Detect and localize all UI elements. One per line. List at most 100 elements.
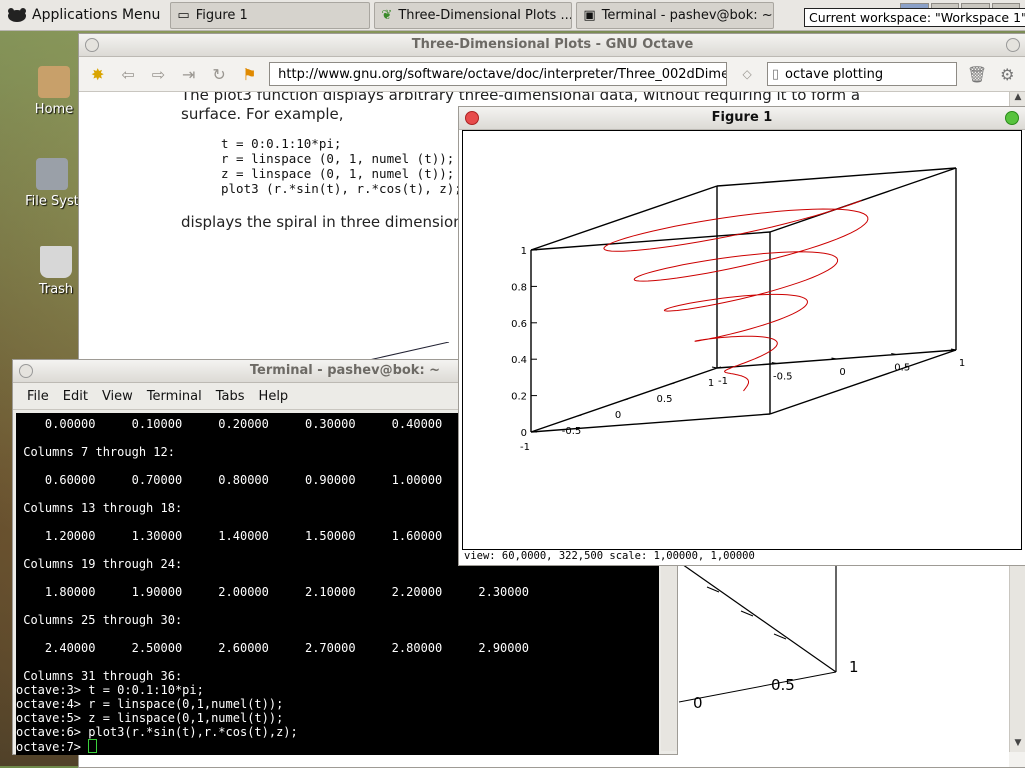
terminal-line: 2.40000 2.50000 2.60000 2.70000 2.80000 …	[16, 641, 529, 655]
menu-edit[interactable]: Edit	[63, 389, 88, 404]
bg-axis-label: 1	[849, 658, 859, 676]
window-icon: ▭	[177, 7, 190, 23]
x-tick-label: 1	[708, 378, 714, 389]
y-tick-label: -0.5	[773, 372, 793, 383]
back-arrow-icon[interactable]: ⇦	[117, 63, 138, 85]
x-tick-label: -1	[520, 442, 530, 453]
terminal-icon: ▣	[583, 7, 596, 23]
task-browser[interactable]: ❦ Three-Dimensional Plots ...	[374, 1, 573, 29]
task-label: Three-Dimensional Plots ...	[398, 7, 573, 23]
url-text: http://www.gnu.org/software/octave/doc/i…	[278, 66, 728, 82]
prompt-text: octave:7>	[16, 740, 89, 754]
url-dropdown-icon[interactable]: ◇	[736, 63, 757, 85]
box-edge	[769, 167, 957, 233]
scroll-up-icon[interactable]: ▲	[1010, 92, 1025, 106]
menu-terminal[interactable]: Terminal	[147, 389, 202, 404]
paragraph-line: surface. For example,	[181, 105, 344, 123]
desktop-icon-trash[interactable]: Trash	[26, 246, 86, 297]
task-terminal[interactable]: ▣ Terminal - pashev@bok: ~	[576, 1, 775, 29]
window-menu-icon[interactable]	[85, 38, 99, 52]
x-tick-label: -0.5	[562, 426, 582, 437]
terminal-prompt[interactable]: octave:7>	[16, 739, 659, 754]
z-tick-label: 1	[521, 246, 527, 257]
terminal-line: octave:3> t = 0:0.1:10*pi;	[16, 683, 204, 697]
bookmark-icon[interactable]: ⚑	[239, 63, 260, 85]
cursor	[88, 739, 98, 753]
desktop-icon-filesystem[interactable]: File Syst	[22, 158, 82, 209]
drive-icon	[36, 158, 68, 190]
z-tick-label: 0.8	[511, 282, 527, 293]
bg-axis-label: 0.5	[771, 676, 795, 694]
terminal-line: 1.80000 1.90000 2.00000 2.10000 2.20000 …	[16, 585, 529, 599]
code-example: t = 0:0.1:10*pi; r = linspace (0, 1, num…	[221, 136, 462, 196]
menu-tabs[interactable]: Tabs	[216, 389, 245, 404]
trash-icon	[40, 246, 72, 278]
task-label: Figure 1	[195, 7, 248, 23]
menu-view[interactable]: View	[102, 389, 133, 404]
box-edge	[716, 167, 957, 187]
figure-window: Figure 1 0 0.2 0.4 0.6 0.8 1 -1 -0.5 0 0.5 1 -1 -0.5…	[458, 106, 1025, 566]
scroll-down-icon[interactable]: ▼	[1010, 738, 1025, 752]
paragraph-line: displays the spiral in three dimensions.	[181, 213, 476, 231]
desktop-icon-home[interactable]: Home	[24, 66, 84, 117]
figure-title: Figure 1	[711, 110, 773, 125]
y-tick-label: -1	[718, 376, 728, 387]
applications-menu-button[interactable]: Applications Menu	[0, 0, 166, 30]
reload-icon[interactable]: ↻	[208, 63, 229, 85]
x-tick-label: 0.5	[657, 394, 673, 405]
desktop-icon-label: File Syst	[25, 194, 79, 209]
y-tick-label: 1	[959, 358, 965, 369]
terminal-line: octave:6> plot3(r.*sin(t),r.*cos(t),z);	[16, 725, 298, 739]
y-tick-label: 0	[839, 367, 845, 378]
forward-arrow-icon[interactable]: ⇨	[148, 63, 169, 85]
box-edge	[769, 349, 957, 415]
y-tick	[711, 366, 718, 369]
x-tick-label: 0	[615, 410, 621, 421]
figure-titlebar[interactable]: Figure 1	[459, 107, 1025, 130]
plot3-chart: 0 0.2 0.4 0.6 0.8 1 -1 -0.5 0 0.5 1 -1 -0.5 0 0.5 1	[511, 167, 965, 453]
menu-file[interactable]: File	[27, 389, 49, 404]
z-tick-label: 0.6	[511, 319, 527, 330]
z-tick-label: 0.4	[511, 355, 527, 366]
leaf-icon: ❦	[381, 7, 393, 23]
task-figure1[interactable]: ▭ Figure 1	[170, 1, 371, 29]
terminal-line: Columns 25 through 30:	[16, 613, 183, 627]
z-tick-label: 0	[521, 428, 527, 439]
search-field[interactable]: ▯ octave plotting	[766, 62, 958, 86]
page-icon: ▯	[771, 66, 779, 82]
search-text: octave plotting	[784, 66, 884, 82]
fast-forward-icon[interactable]: ⇥	[178, 63, 199, 85]
workspace-tooltip: Current workspace: "Workspace 1"	[804, 8, 1025, 27]
paragraph-line: The plot3 function displays arbitrary th…	[181, 92, 861, 104]
window-menu-icon[interactable]	[19, 364, 33, 378]
z-tick-label: 0.2	[511, 392, 527, 403]
browser-title: Three-Dimensional Plots - GNU Octave	[411, 37, 694, 52]
app-menu-label: Applications Menu	[32, 7, 161, 23]
terminal-title: Terminal - pashev@bok: ~	[249, 363, 441, 378]
browser-titlebar[interactable]: Three-Dimensional Plots - GNU Octave	[79, 34, 1025, 57]
plot-area[interactable]: 0 0.2 0.4 0.6 0.8 1 -1 -0.5 0 0.5 1 -1 -0.5 0 0.5 1	[462, 130, 1022, 550]
menu-help[interactable]: Help	[259, 389, 289, 404]
figure-status: view: 60,0000, 322,500 scale: 1,00000, 1…	[464, 550, 755, 562]
maximize-icon[interactable]	[1005, 111, 1019, 125]
close-icon[interactable]	[465, 111, 479, 125]
terminal-line: octave:5> z = linspace(0,1,numel(t));	[16, 711, 284, 725]
box-edge	[530, 185, 718, 251]
bg-axis-label: 0	[693, 694, 703, 712]
y-tick-label: 0.5	[894, 363, 910, 374]
terminal-line: octave:4> r = linspace(0,1,numel(t));	[16, 697, 284, 711]
close-icon[interactable]	[1006, 38, 1020, 52]
browser-toolbar: ✸ ⇦ ⇨ ⇥ ↻ ⚑ http://www.gnu.org/software/…	[79, 57, 1025, 92]
trash-icon[interactable]: 🗑	[966, 63, 987, 85]
url-field[interactable]: http://www.gnu.org/software/octave/doc/i…	[269, 62, 728, 86]
box-edge	[530, 231, 771, 251]
desktop-icon-label: Home	[34, 102, 74, 117]
new-page-icon[interactable]: ✸	[87, 63, 108, 85]
spiral-series-line	[603, 200, 869, 392]
desktop-icon-label: Trash	[38, 282, 74, 297]
tools-icon[interactable]: ⚙	[997, 63, 1018, 85]
